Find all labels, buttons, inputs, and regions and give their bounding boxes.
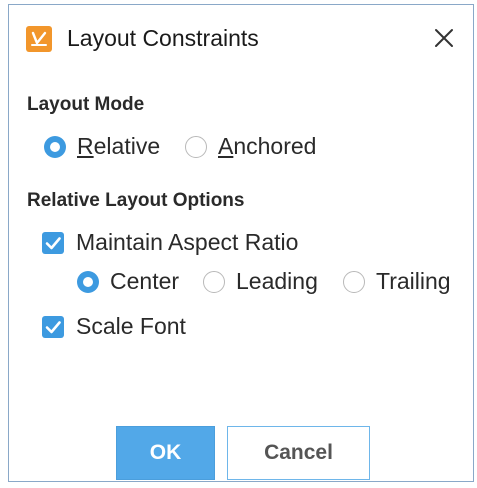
radio-trailing[interactable]: Trailing [343,268,451,295]
radio-trailing-label: Trailing [376,268,451,294]
radio-leading[interactable]: Leading [203,268,318,295]
maintain-aspect-ratio-check-icon[interactable] [42,231,64,254]
radio-center[interactable]: Center [77,268,179,295]
scale-font-check-icon[interactable] [42,315,64,338]
radio-center-indicator[interactable] [77,270,99,293]
radio-center-label: Center [110,268,180,294]
cancel-button[interactable]: Cancel [227,426,370,480]
maintain-aspect-ratio-label: Maintain Aspect Ratio [76,229,299,255]
maintain-aspect-ratio-checkbox[interactable]: Maintain Aspect Ratio [42,229,298,256]
dialog-titlebar: Layout Constraints [9,5,473,77]
radio-relative-indicator[interactable] [44,135,66,158]
radio-trailing-indicator[interactable] [343,270,365,293]
radio-leading-indicator[interactable] [203,270,225,293]
radio-anchored-label: Anchored [218,133,317,159]
scale-font-checkbox[interactable]: Scale Font [42,313,186,340]
layout-mode-label: Layout Mode [27,94,145,115]
radio-anchored-indicator[interactable] [185,135,207,158]
relative-layout-options-label: Relative Layout Options [27,190,245,211]
close-icon[interactable] [429,23,459,53]
dialog-title: Layout Constraints [67,25,259,51]
layout-constraints-dialog: Layout Constraints Layout Mode Relative … [8,4,474,482]
layout-constraints-icon [26,26,52,52]
ok-button[interactable]: OK [116,426,215,480]
scale-font-label: Scale Font [76,313,186,339]
radio-anchored[interactable]: Anchored [185,133,316,160]
radio-relative[interactable]: Relative [44,133,160,160]
radio-relative-label: Relative [77,133,161,159]
radio-leading-label: Leading [236,268,318,294]
